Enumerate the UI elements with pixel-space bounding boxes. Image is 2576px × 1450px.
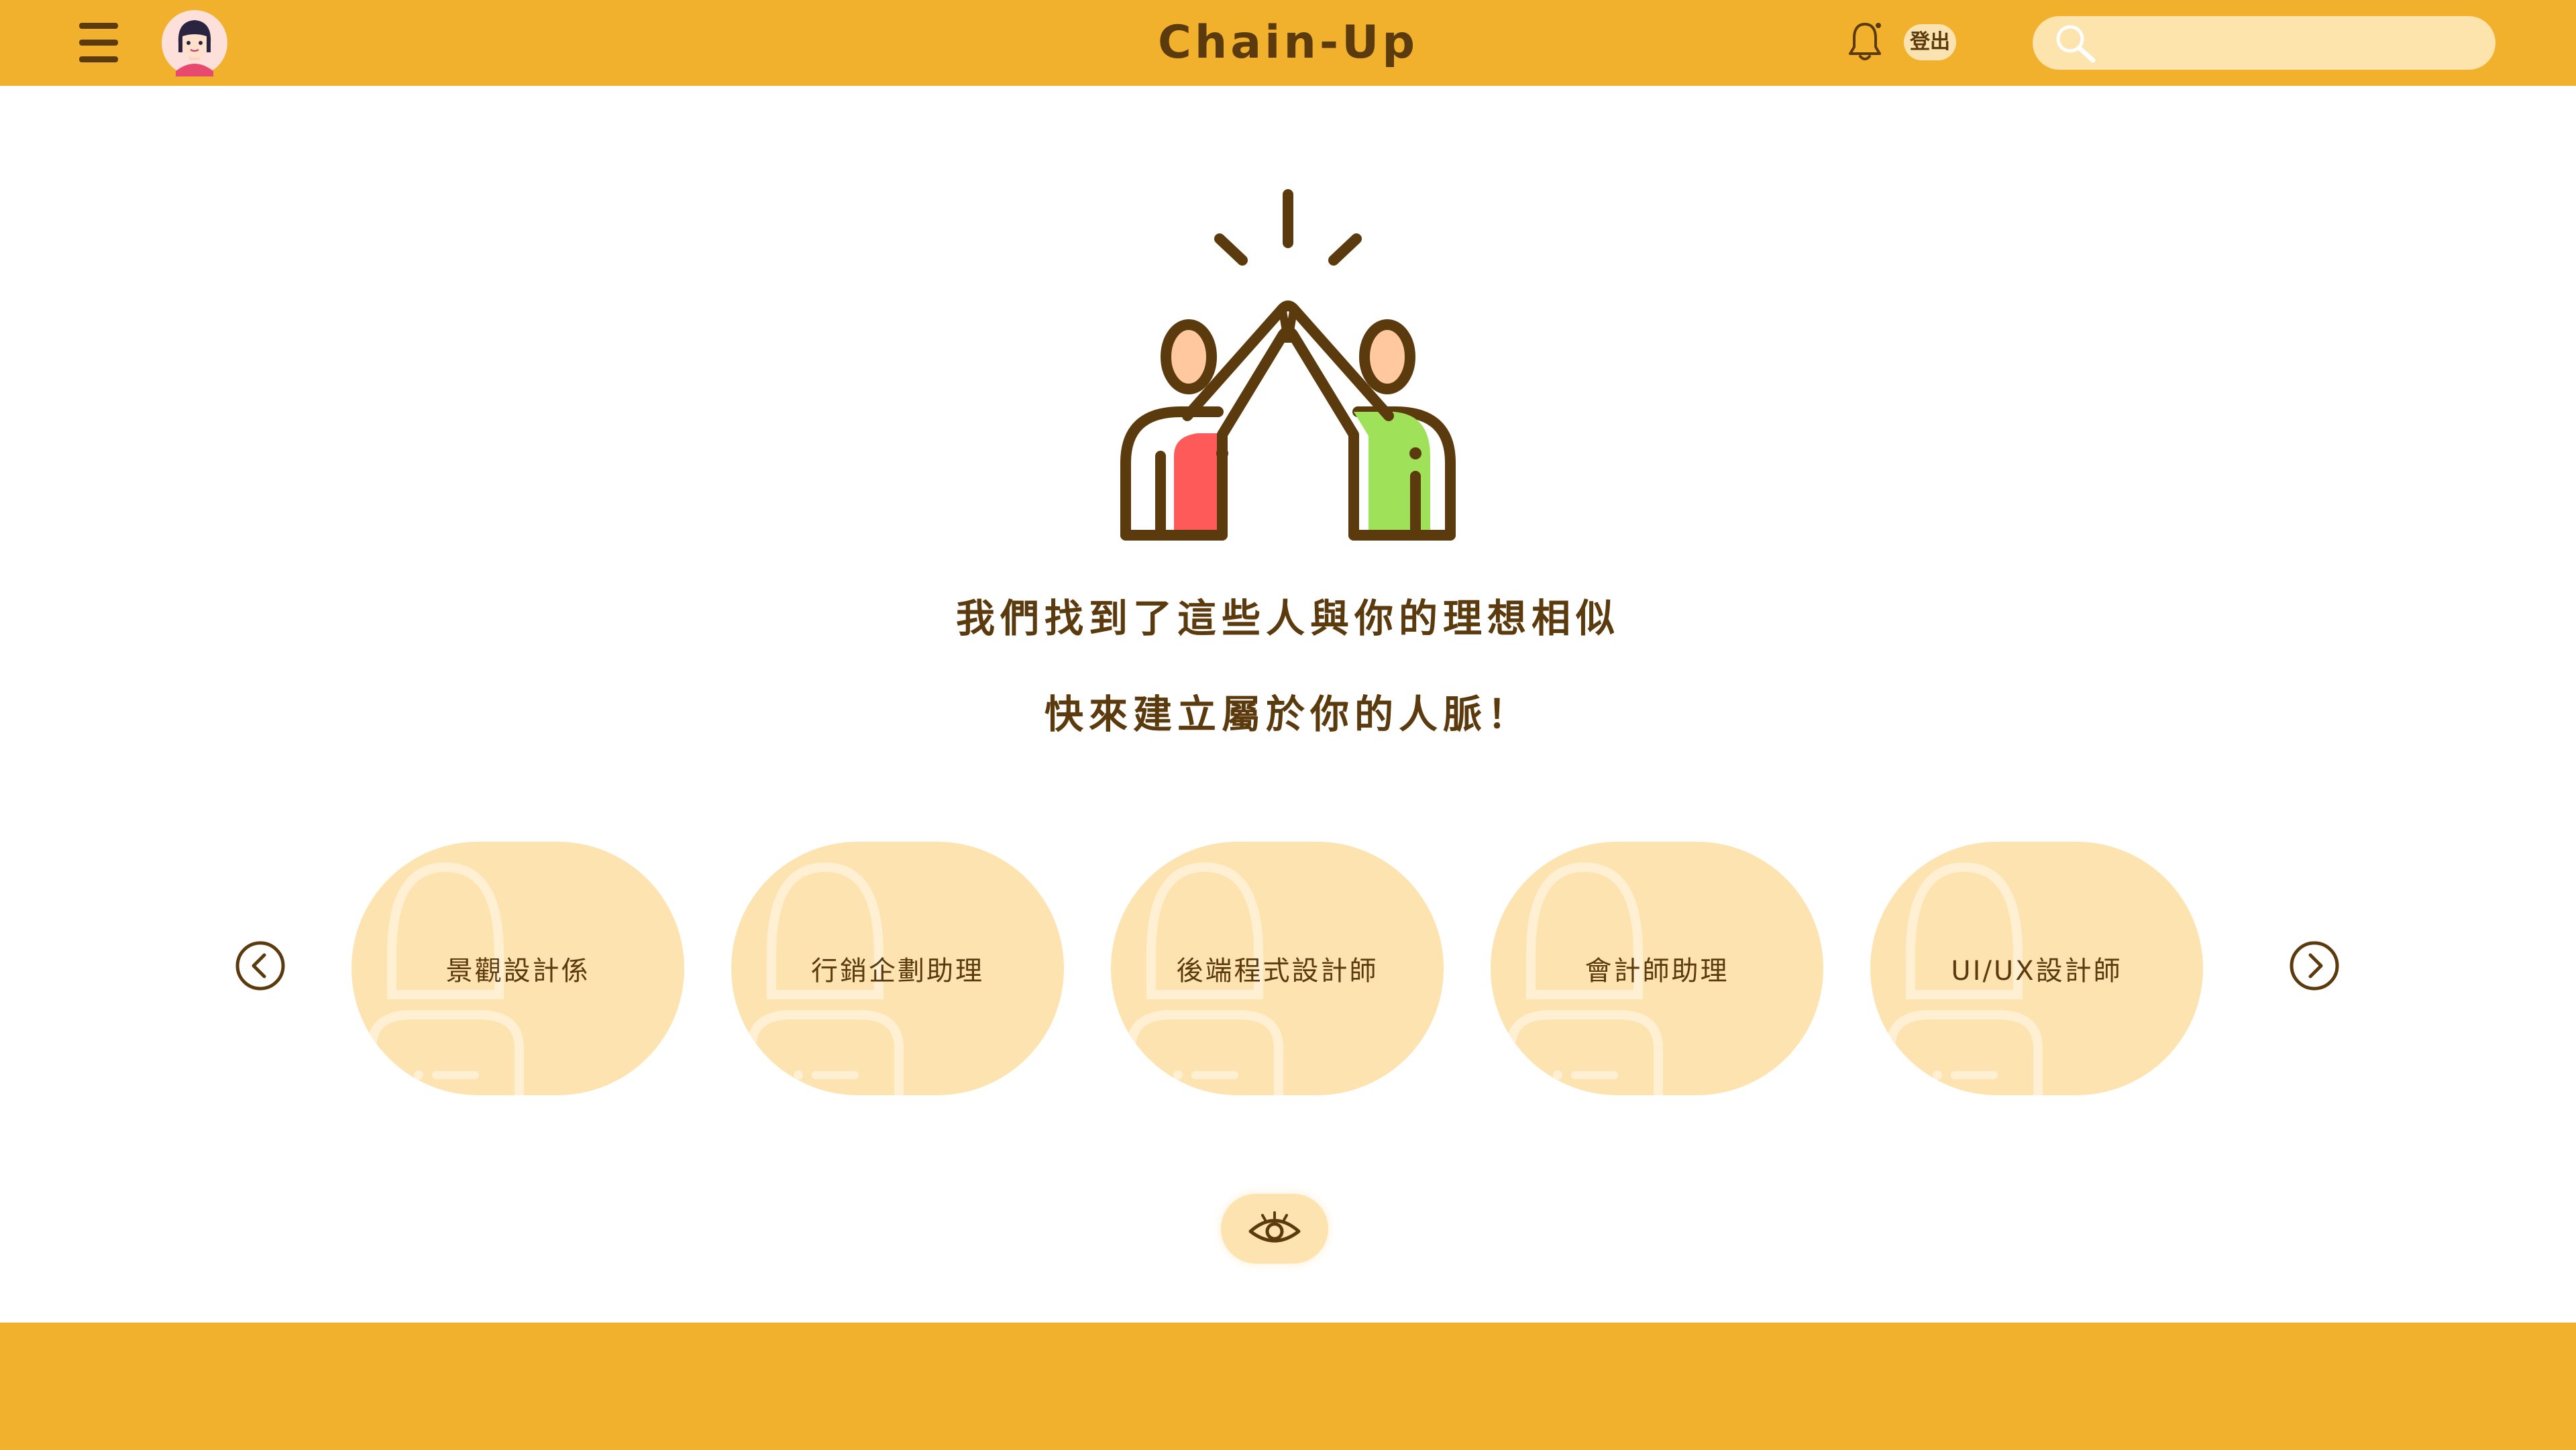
profile-card[interactable]: UI/UX設計師 — [1870, 842, 2203, 1095]
eye-icon — [1248, 1211, 1301, 1243]
chevron-right-icon[interactable] — [2289, 940, 2340, 991]
user-avatar[interactable] — [161, 9, 228, 76]
search-bar[interactable] — [2033, 16, 2496, 70]
search-icon[interactable] — [2053, 21, 2100, 66]
card-job-title: 行銷企劃助理 — [811, 956, 984, 987]
match-subheadline: 快來建立屬於你的人脈！ — [1044, 691, 1532, 737]
bell-icon[interactable] — [1845, 20, 1885, 64]
profile-card[interactable]: 景觀設計係 — [352, 842, 684, 1095]
profile-card[interactable]: 行銷企劃助理 — [731, 842, 1064, 1095]
profile-card[interactable]: 會計師助理 — [1491, 842, 1823, 1095]
card-job-title: 後端程式設計師 — [1176, 956, 1379, 987]
chevron-left-icon[interactable] — [235, 940, 286, 991]
top-bar: Chain-Up 登出 — [0, 0, 2576, 86]
logout-button[interactable]: 登出 — [1904, 24, 1956, 60]
high-five-icon — [1120, 189, 1456, 541]
view-more-button[interactable] — [1221, 1194, 1328, 1264]
hamburger-menu-icon[interactable] — [75, 19, 123, 67]
card-job-title: UI/UX設計師 — [1951, 956, 2123, 987]
profile-card[interactable]: 後端程式設計師 — [1111, 842, 1444, 1095]
card-job-title: 景觀設計係 — [445, 956, 590, 987]
search-input[interactable] — [2106, 23, 2471, 64]
match-headline: 我們找到了這些人與你的理想相似 — [955, 596, 1620, 641]
card-job-title: 會計師助理 — [1585, 956, 1729, 987]
footer-bar — [0, 1323, 2576, 1450]
app-title[interactable]: Chain-Up — [1154, 9, 1422, 76]
